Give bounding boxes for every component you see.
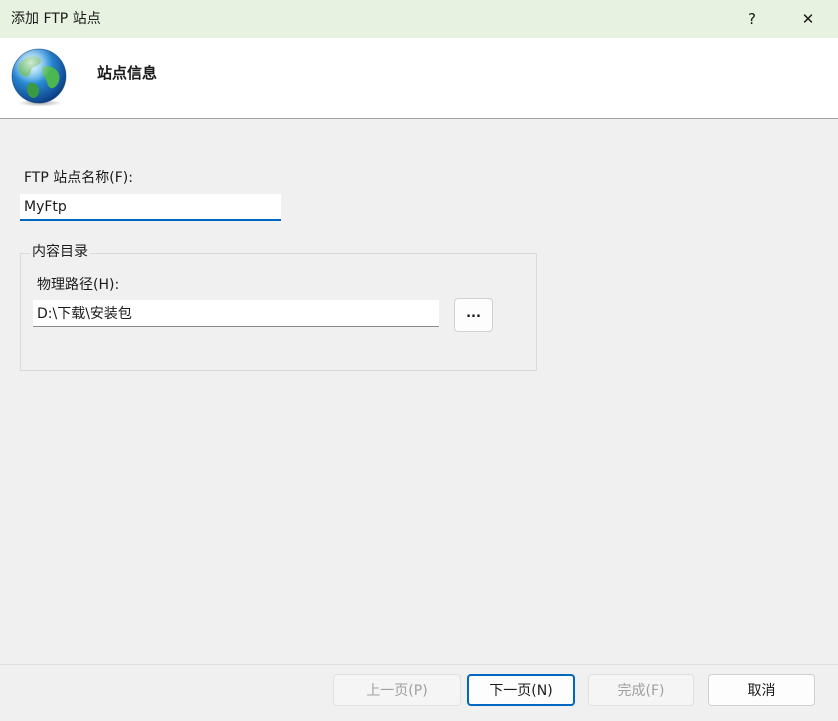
help-button[interactable]: ? xyxy=(724,0,780,38)
close-button[interactable]: ✕ xyxy=(780,0,836,38)
header-banner: 站点信息 xyxy=(0,38,838,119)
site-name-label: FTP 站点名称(F): xyxy=(24,170,133,186)
physical-path-label: 物理路径(H): xyxy=(37,277,120,293)
cancel-button[interactable]: 取消 xyxy=(708,674,815,706)
previous-button[interactable]: 上一页(P) xyxy=(333,674,461,706)
browse-button[interactable]: ... xyxy=(454,298,493,332)
page-heading: 站点信息 xyxy=(97,64,158,82)
physical-path-input[interactable] xyxy=(33,300,439,327)
globe-icon xyxy=(11,48,67,107)
next-button[interactable]: 下一页(N) xyxy=(467,674,575,706)
content-directory-group-label: 内容目录 xyxy=(30,243,90,261)
finish-button[interactable]: 完成(F) xyxy=(588,674,694,706)
window-title: 添加 FTP 站点 xyxy=(11,11,101,27)
title-bar[interactable]: 添加 FTP 站点 ? ✕ xyxy=(0,0,838,38)
site-name-input[interactable] xyxy=(20,194,281,221)
add-ftp-site-dialog: 添加 FTP 站点 ? ✕ 站点信息 FTP 站点名称(F): MyFtp 内容… xyxy=(0,0,838,721)
